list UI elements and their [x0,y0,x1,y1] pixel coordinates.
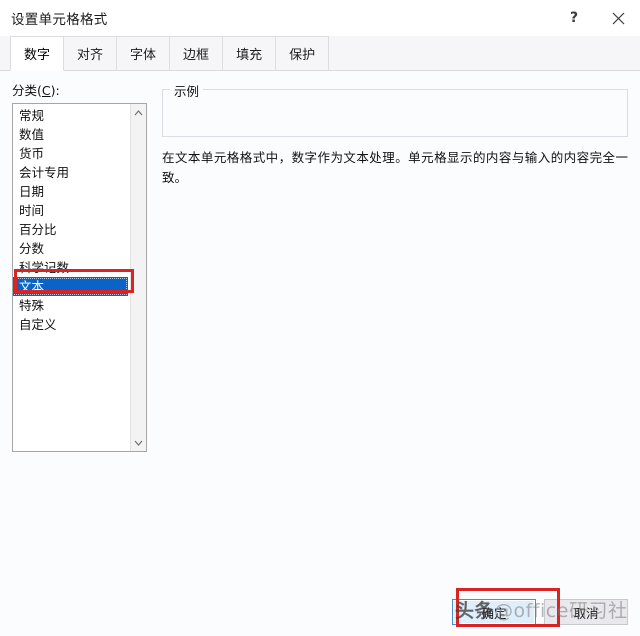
category-column: 分类(C): 常规 数值 货币 会计专用 日期 时间 百分比 分数 科学记数 文… [12,80,147,452]
category-listbox[interactable]: 常规 数值 货币 会计专用 日期 时间 百分比 分数 科学记数 文本 特殊 自定… [12,103,147,452]
category-list-items: 常规 数值 货币 会计专用 日期 时间 百分比 分数 科学记数 文本 特殊 自定… [13,104,130,451]
category-label-accelerator: C [41,83,51,98]
scroll-down-button[interactable] [131,434,147,451]
category-label: 分类(C): [12,80,147,99]
category-label-suffix: ): [50,83,60,98]
list-item[interactable]: 会计专用 [13,163,130,182]
sample-value [163,90,627,104]
scroll-track[interactable] [131,121,146,434]
tab-label: 对齐 [77,48,104,63]
dialog-footer: 确定 取消 [452,599,628,625]
tab-label: 数字 [24,48,51,63]
list-item-label: 数值 [19,127,45,142]
list-item[interactable]: 百分比 [13,220,130,239]
content-row: 分类(C): 常规 数值 货币 会计专用 日期 时间 百分比 分数 科学记数 文… [12,80,628,452]
list-item[interactable]: 时间 [13,201,130,220]
sample-groupbox: 示例 [162,81,628,137]
cancel-button-label: 取消 [573,605,599,621]
tab-fill[interactable]: 填充 [222,36,277,70]
cancel-button[interactable]: 取消 [544,599,628,625]
tab-label: 填充 [236,48,263,63]
scroll-up-button[interactable] [131,104,147,121]
tab-label: 字体 [130,48,157,63]
list-item-label: 自定义 [19,317,57,332]
list-item[interactable]: 自定义 [13,315,130,334]
help-button[interactable]: ? [552,0,596,36]
list-item[interactable]: 科学记数 [13,258,130,277]
tab-label: 边框 [183,48,210,63]
title-bar: 设置单元格格式 ? [0,0,640,36]
tab-border[interactable]: 边框 [169,36,224,70]
list-item-label: 时间 [19,203,45,218]
tab-font[interactable]: 字体 [116,36,171,70]
list-item[interactable]: 常规 [13,106,130,125]
sample-group-title: 示例 [170,81,204,100]
list-item-label: 特殊 [19,298,45,313]
list-item[interactable]: 货币 [13,144,130,163]
list-item[interactable]: 特殊 [13,296,130,315]
category-list-scrollbar[interactable] [130,104,146,451]
list-item-label: 分数 [19,241,45,256]
list-item[interactable]: 分数 [13,239,130,258]
ok-button[interactable]: 确定 [452,599,536,625]
list-item-label: 文本 [19,279,45,294]
category-description: 在文本单元格格式中，数字作为文本处理。单元格显示的内容与输入的内容完全一致。 [162,150,628,185]
list-item[interactable]: 日期 [13,182,130,201]
chevron-down-icon [134,440,143,446]
list-item-text-selected[interactable]: 文本 [13,277,128,296]
ok-button-label: 确定 [481,605,507,621]
list-item-label: 会计专用 [19,165,70,180]
chevron-up-icon [134,109,143,115]
list-item-label: 常规 [19,108,45,123]
tab-strip: 数字 对齐 字体 边框 填充 保护 [0,36,640,71]
list-item[interactable]: 数值 [13,125,130,144]
sample-column: 示例 在文本单元格格式中，数字作为文本处理。单元格显示的内容与输入的内容完全一致… [162,80,628,188]
question-mark-icon: ? [569,10,579,26]
tab-number[interactable]: 数字 [10,36,65,71]
list-item-label: 日期 [19,184,45,199]
tab-protection[interactable]: 保护 [275,36,330,70]
dialog-body: 分类(C): 常规 数值 货币 会计专用 日期 时间 百分比 分数 科学记数 文… [0,71,640,636]
list-item-label: 货币 [19,146,45,161]
category-label-prefix: 分类( [12,83,42,98]
tab-alignment[interactable]: 对齐 [63,36,118,70]
close-button[interactable] [596,0,640,36]
close-icon [612,12,624,24]
list-item-label: 百分比 [19,222,57,237]
list-item-label: 科学记数 [19,260,70,275]
page-title: 设置单元格格式 [11,12,108,28]
format-cells-dialog: 设置单元格格式 ? 数字 对齐 字体 边框 填充 保护 分类(C): 常规 数值… [0,0,640,636]
window-controls: ? [552,0,640,36]
tab-label: 保护 [289,48,316,63]
